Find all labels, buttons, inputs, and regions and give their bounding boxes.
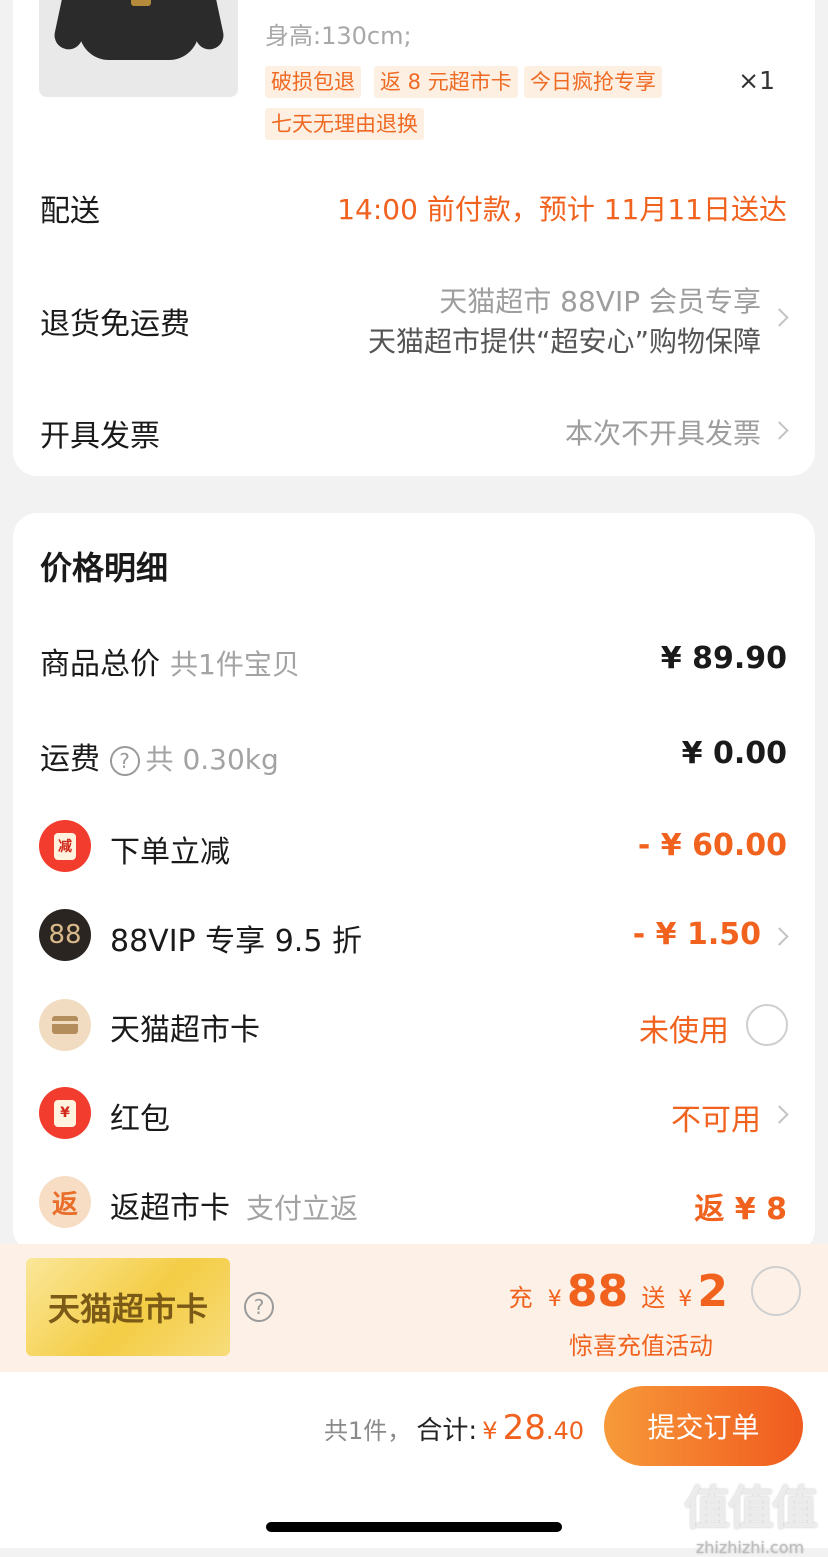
shipping-label: 运费 bbox=[40, 742, 100, 777]
submit-order-button[interactable]: 提交订单 bbox=[604, 1386, 803, 1466]
recharge-promo-bar: 天猫超市卡 ? 充 ¥ 88 送 ¥ 2 惊喜充值活动 bbox=[0, 1244, 828, 1372]
red-packet-label: 红包 bbox=[110, 1102, 170, 1137]
cashback-label: 返超市卡 bbox=[110, 1191, 230, 1226]
item-count: 共1件， bbox=[323, 1417, 412, 1445]
delivery-label: 配送 bbox=[40, 194, 100, 229]
market-card-logo: 天猫超市卡 bbox=[26, 1258, 230, 1356]
red-packet-icon: ¥ bbox=[39, 1087, 91, 1139]
total-amount: 28 bbox=[502, 1408, 546, 1448]
return-shipping-label: 退货免运费 bbox=[40, 307, 190, 342]
help-icon[interactable]: ? bbox=[244, 1292, 274, 1322]
recharge-offer: 充 ¥ 88 送 ¥ 2 bbox=[508, 1266, 728, 1317]
delivery-value: 14:00 前付款，预计 11月11日送达 bbox=[337, 193, 787, 226]
chevron-right-icon bbox=[770, 421, 789, 440]
card-icon bbox=[39, 999, 91, 1051]
cashback-amount: 返 ¥ 8 bbox=[694, 1192, 787, 1227]
invoice-value: 本次不开具发票 bbox=[564, 417, 761, 450]
red-packet-status: 不可用 bbox=[671, 1103, 761, 1138]
recharge-subtitle: 惊喜充值活动 bbox=[569, 1332, 713, 1360]
goods-total-sub: 共1件宝贝 bbox=[170, 648, 300, 681]
market-card-status: 未使用 bbox=[639, 1014, 729, 1049]
checkout-bar: 共1件， 合计: ¥ 28.40 提交订单 值值值 zhizhizhi.com bbox=[0, 1372, 828, 1557]
chevron-right-icon bbox=[770, 1105, 789, 1124]
product-sweater bbox=[79, 0, 199, 60]
service-tag: 七天无理由退换 bbox=[265, 108, 424, 140]
market-card-label: 天猫超市卡 bbox=[110, 1013, 260, 1048]
vip-discount-label: 88VIP 专享 9.5 折 bbox=[110, 924, 362, 959]
product-spec: 身高:130cm; bbox=[265, 22, 412, 50]
home-indicator[interactable] bbox=[266, 1522, 562, 1532]
recharge-amount: 88 bbox=[566, 1266, 629, 1317]
invoice-label: 开具发票 bbox=[40, 419, 160, 454]
return-shipping-line2: 天猫超市提供“超安心”购物保障 bbox=[367, 325, 761, 358]
recharge-radio[interactable] bbox=[751, 1266, 801, 1316]
cashback-row: 返超市卡 支付立返 bbox=[110, 1183, 358, 1227]
instant-discount-amount: - ¥ 60.00 bbox=[637, 828, 787, 863]
bonus-amount: 2 bbox=[697, 1266, 728, 1317]
goods-total-amount: ¥ 89.90 bbox=[660, 641, 787, 676]
shipping-amount: ¥ 0.00 bbox=[681, 736, 787, 771]
vip-discount-amount: - ¥ 1.50 bbox=[632, 917, 761, 952]
shipping-row: 运费 ? 共 0.30kg bbox=[40, 734, 279, 778]
goods-total-label: 商品总价 bbox=[40, 647, 160, 682]
chevron-right-icon bbox=[770, 308, 789, 327]
cashback-sub: 支付立返 bbox=[246, 1192, 359, 1225]
service-tag: 破损包退 bbox=[265, 66, 361, 98]
product-quantity: ×1 bbox=[738, 66, 775, 95]
price-detail-card: 价格明细 商品总价 共1件宝贝 ¥ 89.90 运费 ? 共 0.30kg ¥ 0.… bbox=[13, 513, 815, 1253]
price-detail-title: 价格明细 bbox=[40, 549, 169, 587]
service-tag: 返 8 元超市卡 bbox=[374, 66, 518, 98]
chevron-right-icon bbox=[770, 927, 789, 946]
shipping-weight: 共 0.30kg bbox=[145, 743, 279, 776]
instant-discount-label: 下单立减 bbox=[110, 835, 230, 870]
watermark: 值值值 zhizhizhi.com bbox=[684, 1481, 818, 1557]
order-info-card: 身高:130cm; 破损包退 返 8 元超市卡 今日疯抢专享 七天无理由退换 ×… bbox=[13, 0, 815, 476]
order-total: 共1件， 合计: ¥ 28.40 bbox=[323, 1408, 584, 1448]
total-label: 合计: bbox=[416, 1416, 478, 1446]
help-icon[interactable]: ? bbox=[109, 745, 140, 776]
market-card-radio[interactable] bbox=[746, 1004, 788, 1046]
discount-icon: 减 bbox=[39, 820, 91, 872]
service-tag: 今日疯抢专享 bbox=[524, 66, 662, 98]
return-shipping-line1: 天猫超市 88VIP 会员专享 bbox=[439, 285, 761, 318]
vip-88-icon: 88 bbox=[39, 909, 91, 961]
goods-total-row: 商品总价 共1件宝贝 bbox=[40, 639, 300, 683]
cashback-icon: 返 bbox=[39, 1176, 91, 1228]
product-logo bbox=[131, 0, 151, 6]
product-image[interactable] bbox=[39, 0, 238, 97]
